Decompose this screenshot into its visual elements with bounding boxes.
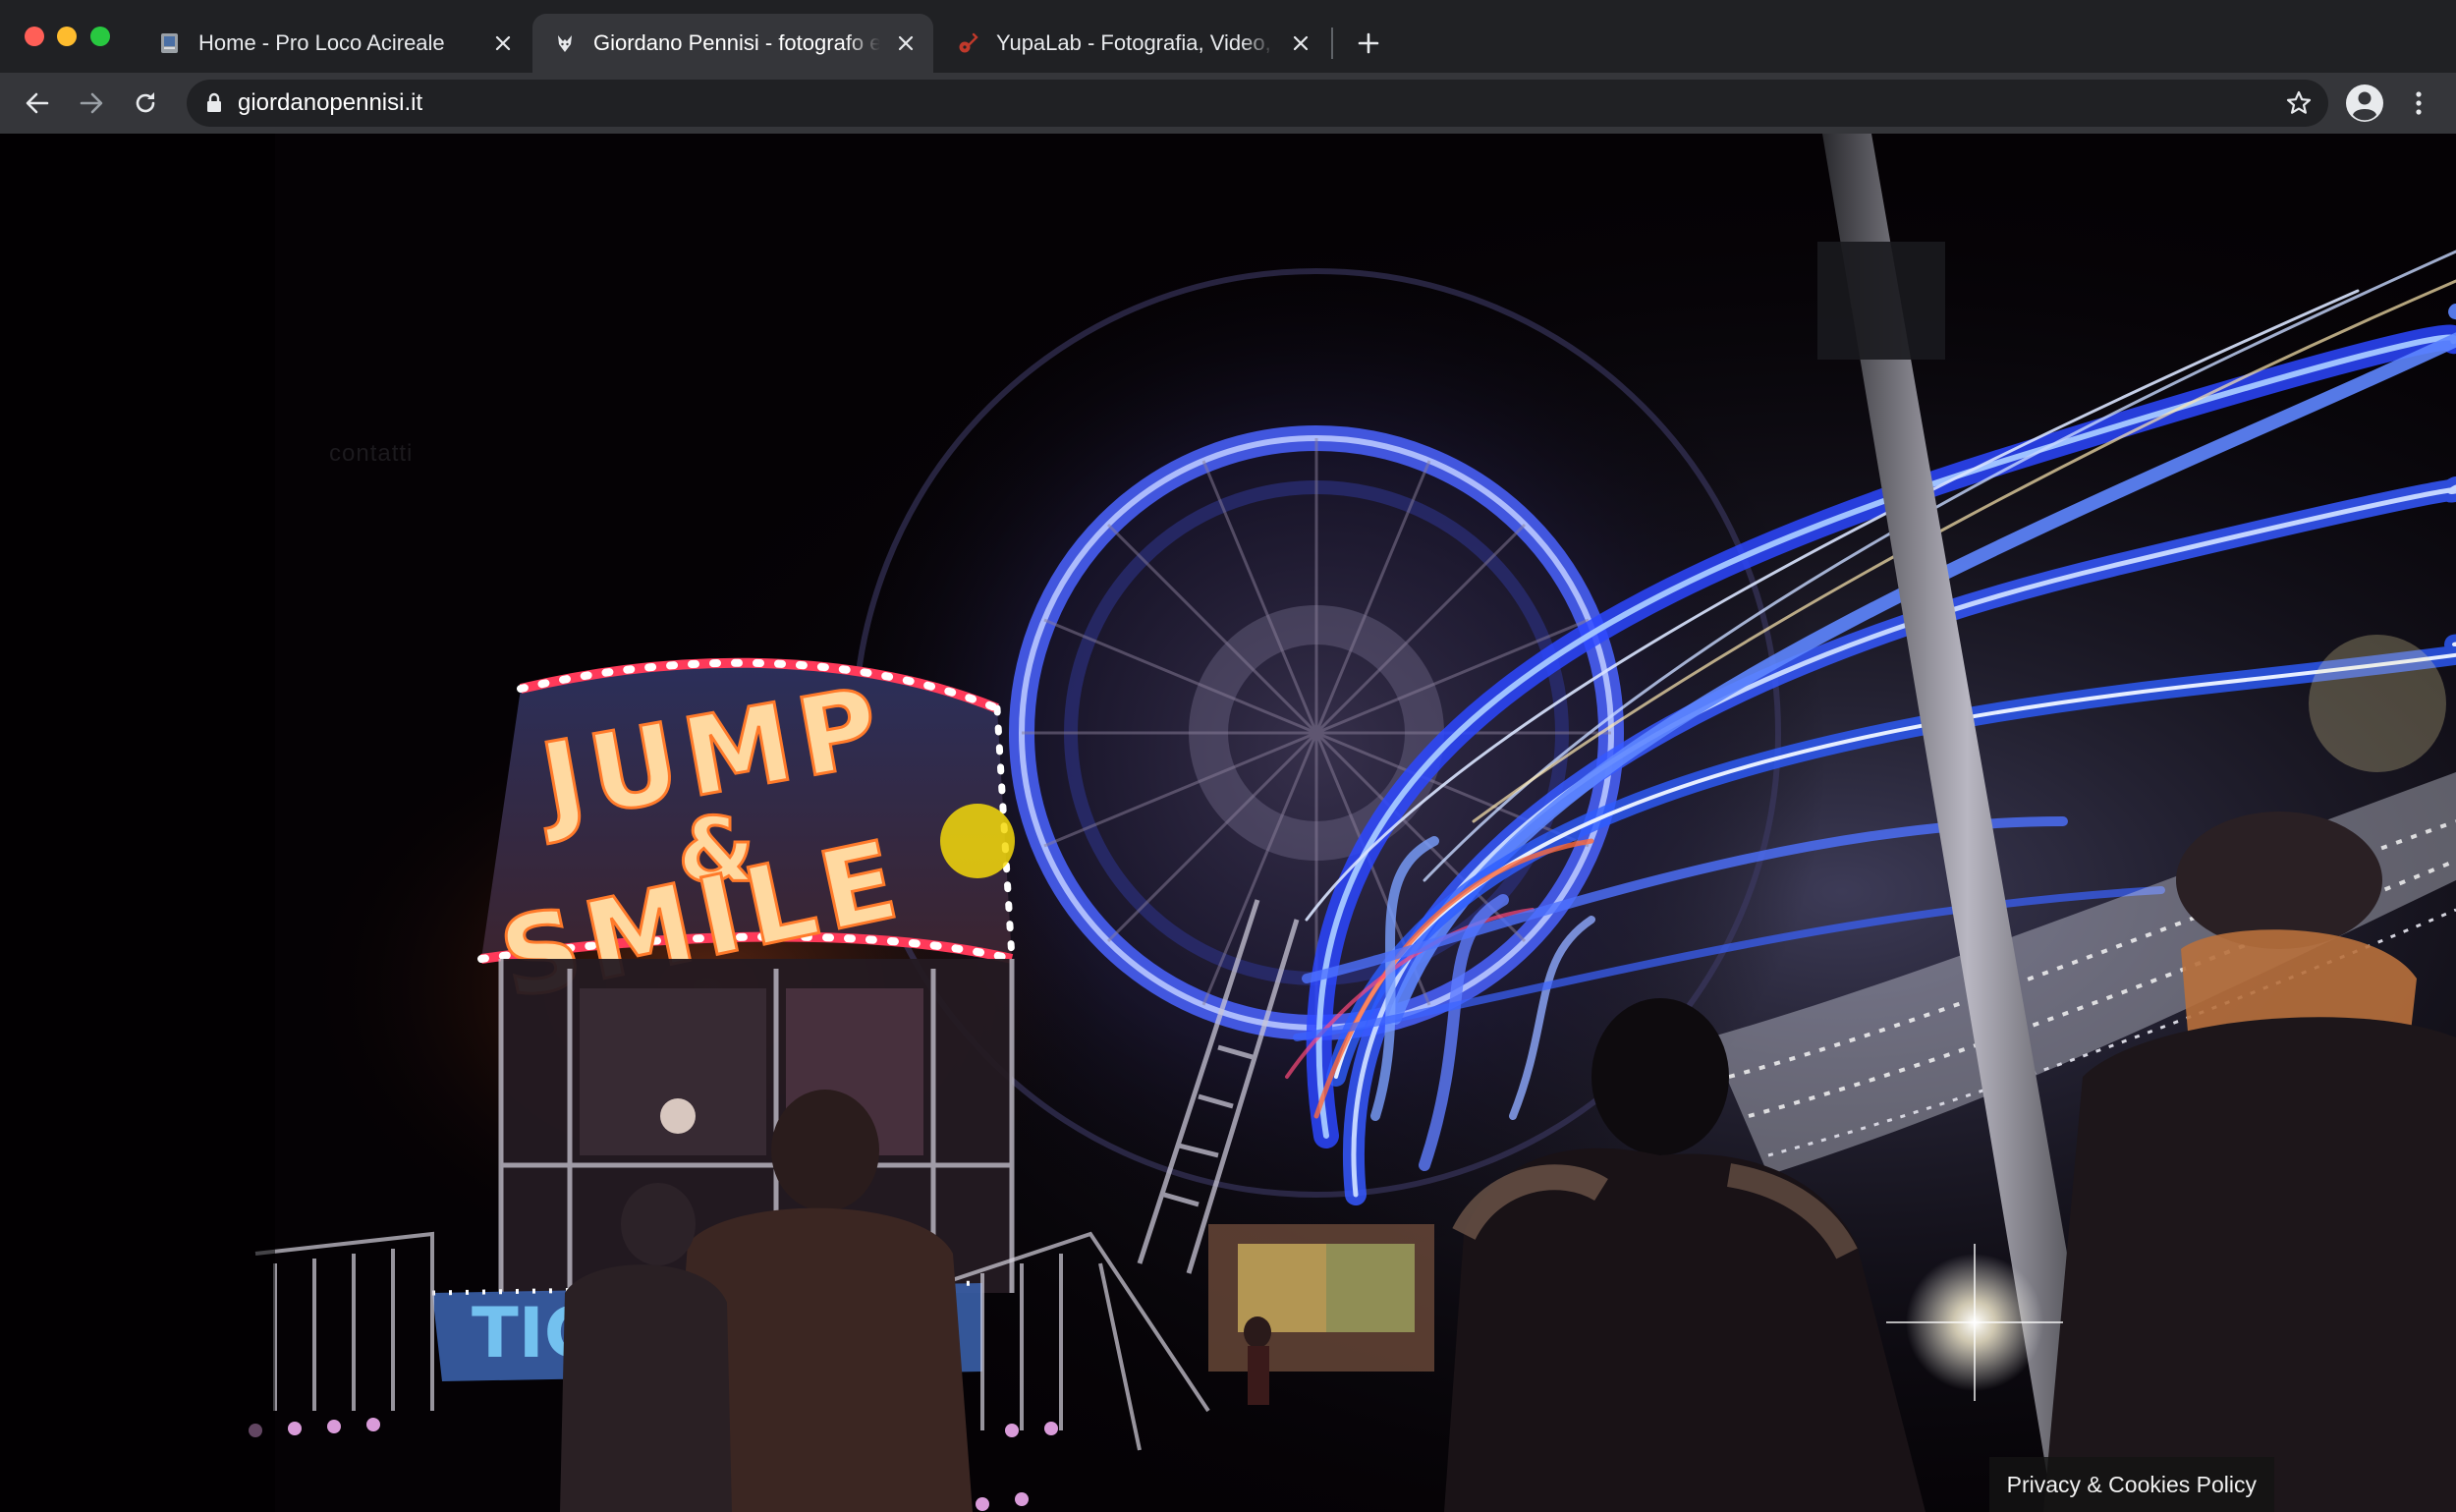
close-icon	[898, 35, 914, 51]
new-tab-button[interactable]	[1353, 28, 1384, 59]
forward-arrow-icon	[80, 92, 103, 114]
address-bar[interactable]: giordanopennisi.it	[187, 80, 2328, 127]
tab-title: Giordano Pennisi - fotografo e	[593, 30, 880, 55]
lock-icon	[207, 92, 221, 112]
menu-button[interactable]	[2401, 85, 2436, 121]
tab-separator	[1331, 28, 1333, 59]
tab-pro-loco[interactable]: Home - Pro Loco Acireale	[138, 14, 530, 73]
browser-toolbar: giordanopennisi.it	[0, 73, 2456, 134]
tab-title: YupaLab - Fotografia, Video, G	[996, 30, 1275, 55]
close-window-button[interactable]	[25, 27, 44, 46]
reload-button[interactable]	[128, 85, 163, 121]
reload-icon	[136, 92, 155, 113]
kebab-menu-icon	[2416, 91, 2422, 115]
profile-button[interactable]	[2345, 84, 2384, 123]
page-content: JUMP & SMILE TIC contatti Privacy & Cook…	[0, 134, 2456, 1512]
plus-icon	[1358, 32, 1379, 54]
tab-yupalab[interactable]: YupaLab - Fotografia, Video, G	[935, 14, 1328, 73]
privacy-cookies-link[interactable]: Privacy & Cookies Policy	[1988, 1457, 2274, 1512]
fox-favicon-icon	[558, 35, 572, 52]
tab-title: Home - Pro Loco Acireale	[198, 30, 445, 55]
close-icon	[495, 35, 511, 51]
minimize-window-button[interactable]	[57, 27, 77, 46]
browser-window: Home - Pro Loco Acireale Giordano Pennis…	[0, 0, 2456, 1512]
star-icon[interactable]	[2285, 89, 2313, 117]
tab-close-button[interactable]	[489, 29, 517, 57]
faint-nav-text[interactable]: contatti	[329, 440, 413, 468]
hero-photo: JUMP & SMILE TIC	[0, 134, 2456, 1512]
guitar-favicon-icon	[959, 32, 978, 53]
url-text: giordanopennisi.it	[238, 89, 423, 116]
zoom-window-button[interactable]	[90, 27, 110, 46]
back-arrow-icon	[26, 92, 49, 114]
page-favicon-icon	[161, 33, 178, 53]
back-button[interactable]	[20, 85, 55, 121]
profile-icon	[2346, 84, 2383, 122]
tab-close-button[interactable]	[892, 29, 920, 57]
forward-button[interactable]	[74, 85, 109, 121]
tab-giordano-pennisi[interactable]: Giordano Pennisi - fotografo e	[532, 14, 933, 73]
close-icon	[1293, 35, 1309, 51]
tab-strip: Home - Pro Loco Acireale Giordano Pennis…	[0, 0, 2456, 73]
tab-close-button[interactable]	[1287, 29, 1314, 57]
